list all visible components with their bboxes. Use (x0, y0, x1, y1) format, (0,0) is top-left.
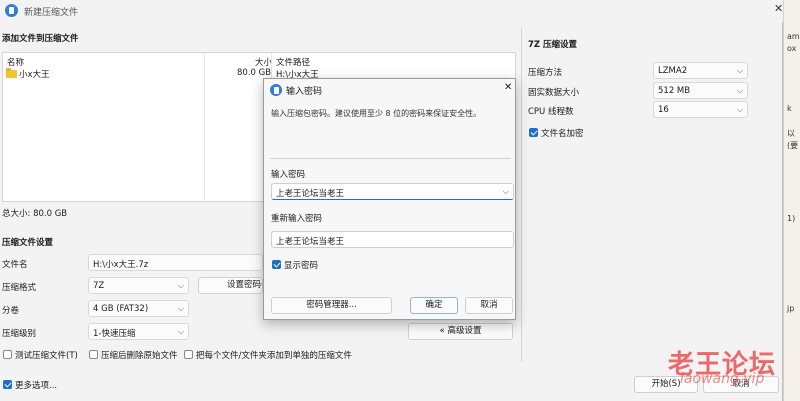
title-bar: 新建压缩文件 ✕ (0, 0, 783, 22)
dict-value: 512 MB (658, 86, 691, 96)
split-label: 分卷 (2, 306, 20, 316)
separate-archives-label: 把每个文件/文件夹添加到单独的压缩文件 (196, 351, 352, 361)
dict-select[interactable]: 512 MB ⌵ (653, 82, 748, 99)
separate-archives-checkbox[interactable] (184, 350, 193, 359)
show-password-checkbox[interactable] (272, 260, 281, 269)
sevenzip-settings-panel: 7Z 压缩设置 压缩方法 LZMA2 ⌵ 固实数据大小 512 MB ⌵ CPU… (521, 28, 783, 362)
folder-icon (6, 68, 17, 78)
filename-value: H:\小x大王.7z (93, 260, 149, 270)
level-select[interactable]: 1-快速压缩 ⌵ (88, 323, 189, 340)
threads-label: CPU 线程数 (528, 107, 574, 117)
split-select[interactable]: 4 GB (FAT32) ⌵ (88, 300, 189, 317)
reenter-password-label: 重新输入密码 (271, 214, 323, 224)
method-select[interactable]: LZMA2 ⌵ (653, 62, 748, 79)
threads-value: 16 (658, 105, 669, 115)
dict-label: 固实数据大小 (528, 88, 580, 98)
format-value: 7Z (93, 281, 105, 291)
chevron-down-icon: ⌵ (177, 327, 184, 336)
dialog-title: 输入密码 (286, 87, 323, 97)
password-input[interactable]: 上老王论坛当老王 ⌵ (271, 183, 514, 200)
row-size: 80.0 GB (237, 68, 272, 78)
window-title: 新建压缩文件 (24, 8, 79, 18)
close-icon[interactable]: ✕ (774, 2, 784, 15)
background-text: ox (787, 44, 797, 53)
method-label: 压缩方法 (528, 68, 563, 78)
sevenzip-heading: 7Z 压缩设置 (528, 40, 578, 50)
add-files-heading: 添加文件到压缩文件 (2, 34, 79, 44)
chevron-down-icon: ⌵ (177, 304, 184, 313)
delete-source-label: 压缩后删除原始文件 (101, 351, 178, 361)
password-dialog: 输入密码 ✕ 输入压缩包密码。建议使用至少 8 位的密码来保证安全性。 输入密码… (263, 78, 516, 320)
divider (270, 158, 511, 159)
enter-password-label: 输入密码 (271, 170, 306, 180)
show-password-label: 显示密码 (284, 261, 319, 271)
background-text: k (787, 104, 792, 113)
background-desktop-strip (783, 0, 800, 401)
reenter-password-input[interactable]: 上老王论坛当老王 (271, 231, 514, 248)
dialog-cancel-button[interactable]: 取消 (465, 297, 513, 314)
filename-label: 文件名 (2, 260, 28, 270)
test-archive-label: 测试压缩文件(T) (15, 351, 78, 361)
chevron-down-icon: ⌵ (177, 281, 184, 290)
background-text: jp (787, 304, 795, 313)
set-password-button[interactable]: 设置密码( (198, 277, 263, 294)
format-select[interactable]: 7Z ⌵ (88, 277, 189, 294)
split-value: 4 GB (FAT32) (93, 304, 149, 314)
encrypt-filenames-checkbox[interactable] (529, 128, 538, 137)
app-icon (270, 84, 282, 96)
level-value: 1-快速压缩 (93, 329, 136, 339)
app-icon (5, 4, 18, 17)
method-value: LZMA2 (658, 66, 688, 76)
background-text: (要 (787, 141, 799, 150)
watermark-url: laowang.vip (680, 371, 765, 387)
chevron-down-icon: ⌵ (736, 66, 743, 75)
password-manager-button[interactable]: 密码管理器... (271, 297, 392, 314)
test-archive-checkbox[interactable] (3, 350, 12, 359)
background-text: 1) (787, 214, 796, 223)
encrypt-filenames-label: 文件名加密 (541, 129, 584, 139)
archive-settings-heading: 压缩文件设置 (2, 238, 54, 248)
format-label: 压缩格式 (2, 283, 37, 293)
chevron-down-icon[interactable]: ⌵ (503, 187, 509, 197)
filename-field[interactable]: H:\小x大王.7z (88, 254, 263, 271)
background-text: am (787, 32, 800, 41)
chevron-down-icon: ⌵ (736, 105, 743, 114)
background-text: 以 (787, 129, 795, 138)
delete-source-checkbox[interactable] (89, 350, 98, 359)
more-options-label[interactable]: 更多选项... (15, 379, 57, 391)
threads-select[interactable]: 16 ⌵ (653, 101, 748, 118)
reenter-password-value: 上老王论坛当老王 (276, 237, 345, 247)
advanced-settings-button[interactable]: « 高级设置 (408, 323, 513, 340)
total-size: 总大小: 80.0 GB (2, 209, 68, 219)
level-label: 压缩级别 (2, 329, 37, 339)
more-options-checkbox[interactable] (3, 380, 12, 389)
dialog-hint: 输入压缩包密码。建议使用至少 8 位的密码来保证安全性。 (271, 109, 482, 118)
ok-button[interactable]: 确定 (410, 297, 458, 314)
close-icon[interactable]: ✕ (504, 82, 512, 93)
row-name: 小x大王 (19, 70, 50, 80)
chevron-down-icon: ⌵ (736, 86, 743, 95)
password-value: 上老王论坛当老王 (276, 189, 345, 199)
